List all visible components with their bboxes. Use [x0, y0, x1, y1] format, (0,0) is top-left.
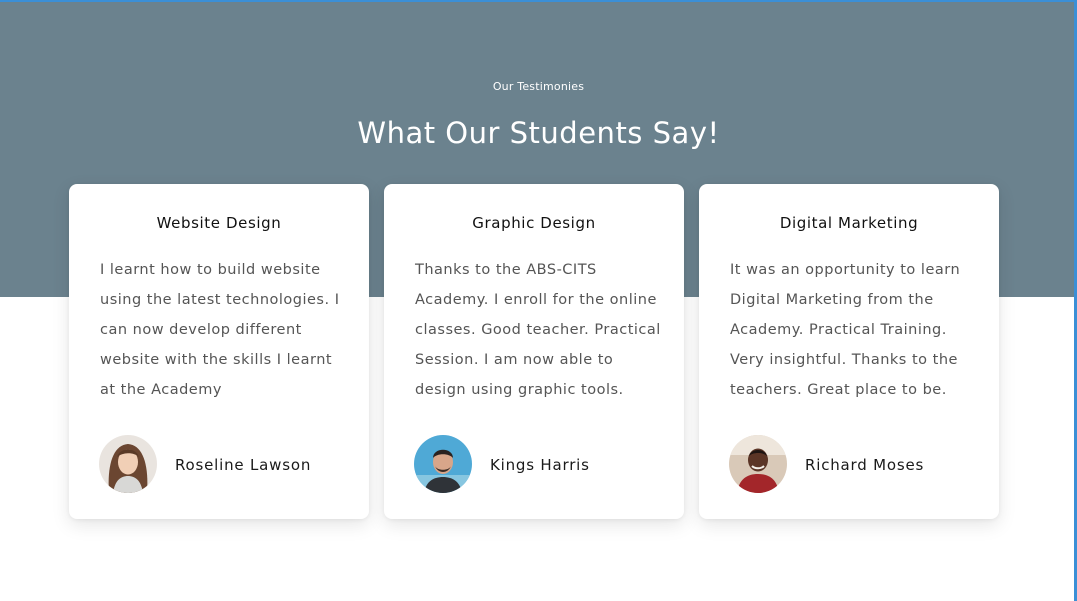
student-avatar [99, 435, 157, 493]
student-name: Richard Moses [805, 456, 925, 474]
student-name: Roseline Lawson [175, 456, 312, 474]
card-course-title: Digital Marketing [779, 214, 919, 232]
avatar-portrait-icon [729, 435, 787, 493]
card-course-title: Graphic Design [472, 214, 596, 232]
avatar-portrait-icon [414, 435, 472, 493]
section-title: What Our Students Say! [357, 116, 720, 150]
section-eyebrow: Our Testimonies [492, 80, 585, 93]
card-testimonial-text: I learnt how to build website using the … [100, 262, 340, 398]
avatar-portrait-icon [99, 435, 157, 493]
student-name: Kings Harris [490, 456, 590, 474]
testimonial-card-graphic-design: Graphic Design Thanks to the ABS-CITS Ac… [384, 184, 684, 519]
card-testimonial-text: Thanks to the ABS-CITS Academy. I enroll… [415, 262, 661, 398]
testimonial-card-website-design: Website Design I learnt how to build web… [69, 184, 369, 519]
card-testimonial-text: It was an opportunity to learn Digital M… [730, 262, 961, 398]
card-course-title: Website Design [156, 214, 282, 232]
testimonial-card-digital-marketing: Digital Marketing It was an opportunity … [699, 184, 999, 519]
student-avatar [729, 435, 787, 493]
student-avatar [414, 435, 472, 493]
